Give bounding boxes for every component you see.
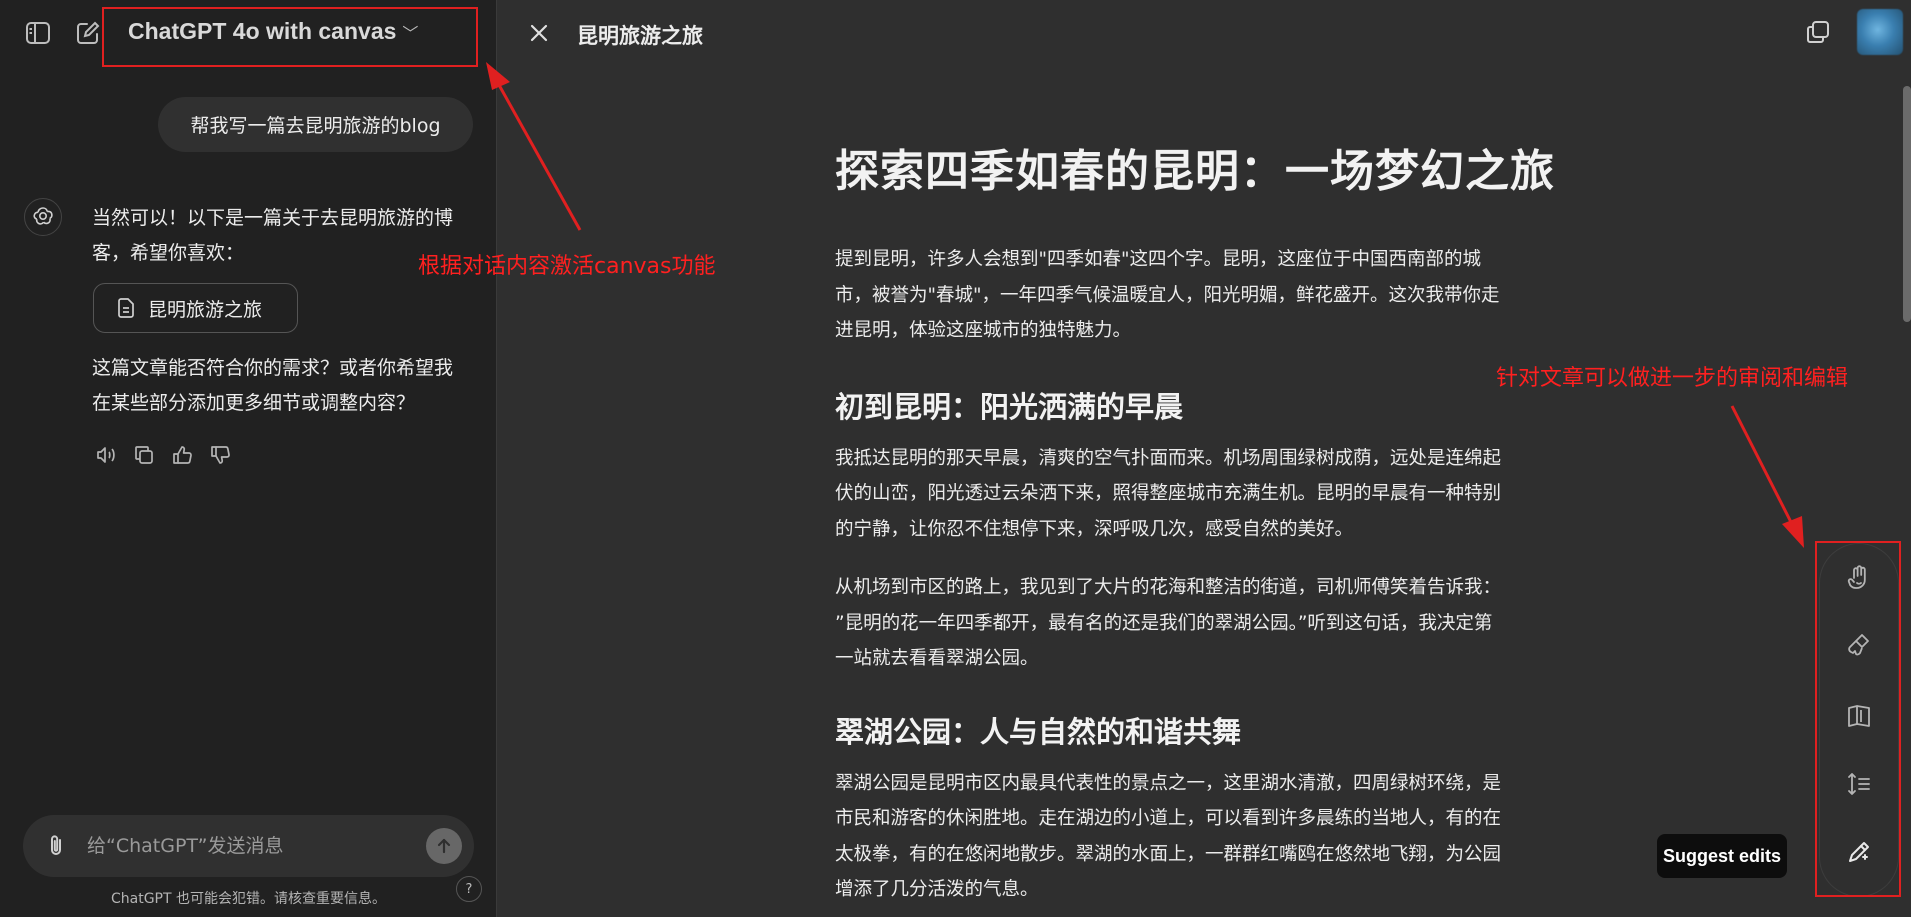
canvas-title: 昆明旅游之旅 [577, 24, 703, 48]
paragraph-line: 一站就去看看翠湖公园。 [835, 648, 1039, 669]
message-input[interactable] [87, 829, 417, 863]
paragraph-line: 从机场到市区的路上，我见到了大片的花海和整洁的街道，司机师傅笑着告诉我： [835, 577, 1502, 598]
annotation-note-left: 根据对话内容激活canvas功能 [418, 254, 716, 279]
new-chat-icon[interactable] [74, 19, 102, 47]
annotation-arrow-left [486, 62, 582, 231]
thumbs-down-icon[interactable] [209, 444, 231, 466]
section-heading: 初到昆明：阳光洒满的早晨 [835, 389, 1184, 424]
thumbs-up-icon[interactable] [171, 444, 193, 466]
canvas-document-chip[interactable]: 昆明旅游之旅 [93, 283, 298, 333]
chat-panel: ChatGPT 4o with canvas ﹀ 帮我写一篇去昆明旅游的blog … [0, 0, 497, 917]
paragraph-line: ”昆明的花一年四季都开，最有名的还是我们的翠湖公园。”听到这句话，我决定第 [835, 612, 1493, 634]
paragraph-line: 市民和游客的休闲胜地。走在湖边的小道上，可以看到许多晨练的当地人，有的在 [835, 808, 1502, 829]
message-composer [23, 815, 474, 877]
assistant-outro: 这篇文章能否符合你的需求？或者你希望我 在某些部分添加更多细节或调整内容？ [92, 351, 482, 421]
assistant-outro-line: 在某些部分添加更多细节或调整内容？ [92, 392, 416, 414]
section-heading: 翠湖公园：人与自然的和谐共舞 [835, 714, 1242, 749]
document-title: 探索四季如春的昆明：一场梦幻之旅 [835, 146, 1555, 197]
paragraph-line: 增添了几分活泼的气息。 [835, 879, 1039, 900]
send-button[interactable] [426, 828, 462, 864]
paragraph-line: 提到昆明，许多人会想到"四季如春"这四个字。昆明，这座位于中国西南部的城 [835, 249, 1482, 270]
copy-document-icon[interactable] [1804, 18, 1832, 46]
attach-icon[interactable] [43, 833, 69, 859]
copy-icon[interactable] [133, 444, 155, 466]
document-paragraph: 我抵达昆明的那天早晨，清爽的空气扑面而来。机场周围绿树成荫，远处是连绵起 伏的山… [835, 441, 1560, 548]
paragraph-line: 翠湖公园是昆明市区内最具代表性的景点之一，这里湖水清澈，四周绿树环绕，是 [835, 772, 1502, 794]
paragraph-line: 进昆明，体验这座城市的独特魅力。 [835, 320, 1132, 341]
annotation-box-toolbar [1815, 541, 1901, 897]
user-message-text: 帮我写一篇去昆明旅游的blog [190, 115, 441, 137]
paragraph-line: 太极拳，有的在悠闲地散步。翠湖的水面上，一群群红嘴鸥在悠然地飞翔，为公园 [835, 843, 1502, 865]
document-paragraph: 提到昆明，许多人会想到"四季如春"这四个字。昆明，这座位于中国西南部的城 市，被… [835, 242, 1560, 349]
arrow-up-icon [437, 838, 451, 854]
canvas-document[interactable]: 探索四季如春的昆明：一场梦幻之旅 提到昆明，许多人会想到"四季如春"这四个字。昆… [835, 140, 1560, 917]
user-message: 帮我写一篇去昆明旅游的blog [158, 97, 473, 152]
document-chip-label: 昆明旅游之旅 [148, 298, 263, 321]
message-actions [95, 444, 231, 466]
annotation-box-model [102, 7, 478, 67]
document-paragraph: 从机场到市区的路上，我见到了大片的花海和整洁的街道，司机师傅笑着告诉我： ”昆明… [835, 570, 1560, 677]
annotation-arrow-right [1730, 405, 1804, 548]
close-canvas-icon[interactable] [526, 20, 552, 46]
assistant-intro-line: 当然可以！以下是一篇关于去昆明旅游的博 [92, 207, 454, 229]
read-aloud-icon[interactable] [95, 444, 117, 466]
annotation-note-right: 针对文章可以做进一步的审阅和编辑 [1496, 366, 1849, 391]
paragraph-line: 我抵达昆明的那天早晨，清爽的空气扑面而来。机场周围绿树成荫，远处是连绵起 [835, 447, 1502, 469]
assistant-outro-line: 这篇文章能否符合你的需求？或者你希望我 [92, 357, 454, 379]
disclaimer-text: ChatGPT 也可能会犯错。请核查重要信息。 [110, 891, 386, 907]
document-paragraph: 翠湖公园是昆明市区内最具代表性的景点之一，这里湖水清澈，四周绿树环绕，是 市民和… [835, 766, 1560, 908]
document-icon [118, 298, 134, 318]
paragraph-line: 伏的山峦，阳光透过云朵洒下来，照得整座城市充满生机。昆明的早晨有一种特别 [835, 483, 1502, 504]
sidebar-toggle-icon[interactable] [24, 20, 52, 46]
suggest-edits-tooltip: Suggest edits [1657, 834, 1787, 878]
chatgpt-logo-icon [24, 198, 62, 236]
paragraph-line: 市，被誉为"春城"，一年四季气候温暖宜人，阳光明媚，鲜花盛开。这次我带你走 [835, 284, 1500, 306]
user-avatar[interactable] [1857, 9, 1903, 55]
canvas-scrollbar[interactable] [1903, 86, 1911, 322]
paragraph-line: 的宁静，让你忍不住想停下来，深呼吸几次，感受自然的美好。 [835, 518, 1354, 540]
help-button[interactable]: ? [456, 876, 482, 902]
